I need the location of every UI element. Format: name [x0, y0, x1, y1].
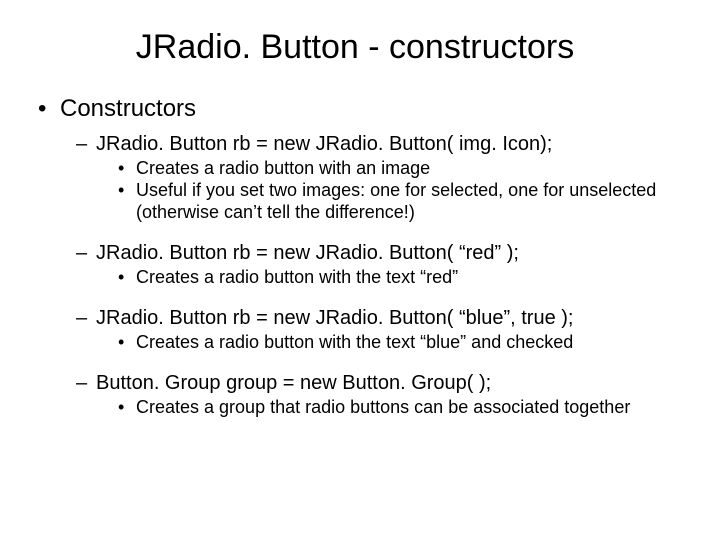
dash-icon: – [76, 372, 96, 395]
lvl3-item: •Creates a radio button with the text “r… [118, 267, 680, 289]
slide-title: JRadio. Button - constructors [30, 28, 680, 67]
lvl1-label: Constructors [60, 95, 196, 122]
lvl2-item: –JRadio. Button rb = new JRadio. Button(… [76, 133, 680, 156]
lvl2-item: –JRadio. Button rb = new JRadio. Button(… [76, 307, 680, 330]
dash-icon: – [76, 307, 96, 330]
lvl2-label: Button. Group group = new Button. Group(… [96, 372, 491, 394]
lvl3-label: Creates a radio button with an image [136, 158, 666, 180]
bullet-icon: • [38, 95, 60, 123]
lvl3-label: Useful if you set two images: one for se… [136, 180, 666, 224]
constructor-group-1: –JRadio. Button rb = new JRadio. Button(… [30, 242, 680, 289]
constructor-group-0: –JRadio. Button rb = new JRadio. Button(… [30, 133, 680, 224]
lvl3-label: Creates a radio button with the text “bl… [136, 332, 666, 354]
dash-icon: – [76, 242, 96, 265]
lvl3-item: •Creates a radio button with the text “b… [118, 332, 680, 354]
lvl3-label: Creates a group that radio buttons can b… [136, 397, 666, 419]
lvl3-item: •Creates a radio button with an image [118, 158, 680, 180]
lvl1-item: •Constructors [38, 95, 680, 123]
constructor-group-3: –Button. Group group = new Button. Group… [30, 372, 680, 419]
lvl2-label: JRadio. Button rb = new JRadio. Button( … [96, 307, 573, 329]
lvl2-item: –JRadio. Button rb = new JRadio. Button(… [76, 242, 680, 265]
lvl2-label: JRadio. Button rb = new JRadio. Button( … [96, 242, 519, 264]
dash-icon: – [76, 133, 96, 156]
lvl3-item: •Useful if you set two images: one for s… [118, 180, 680, 224]
bullet-icon: • [118, 158, 136, 180]
lvl3-label: Creates a radio button with the text “re… [136, 267, 666, 289]
bullet-icon: • [118, 332, 136, 354]
lvl2-label: JRadio. Button rb = new JRadio. Button( … [96, 133, 552, 155]
lvl2-item: –Button. Group group = new Button. Group… [76, 372, 680, 395]
bullet-icon: • [118, 180, 136, 202]
bullet-icon: • [118, 397, 136, 419]
constructor-group-2: –JRadio. Button rb = new JRadio. Button(… [30, 307, 680, 354]
bullet-icon: • [118, 267, 136, 289]
lvl3-item: •Creates a group that radio buttons can … [118, 397, 680, 419]
